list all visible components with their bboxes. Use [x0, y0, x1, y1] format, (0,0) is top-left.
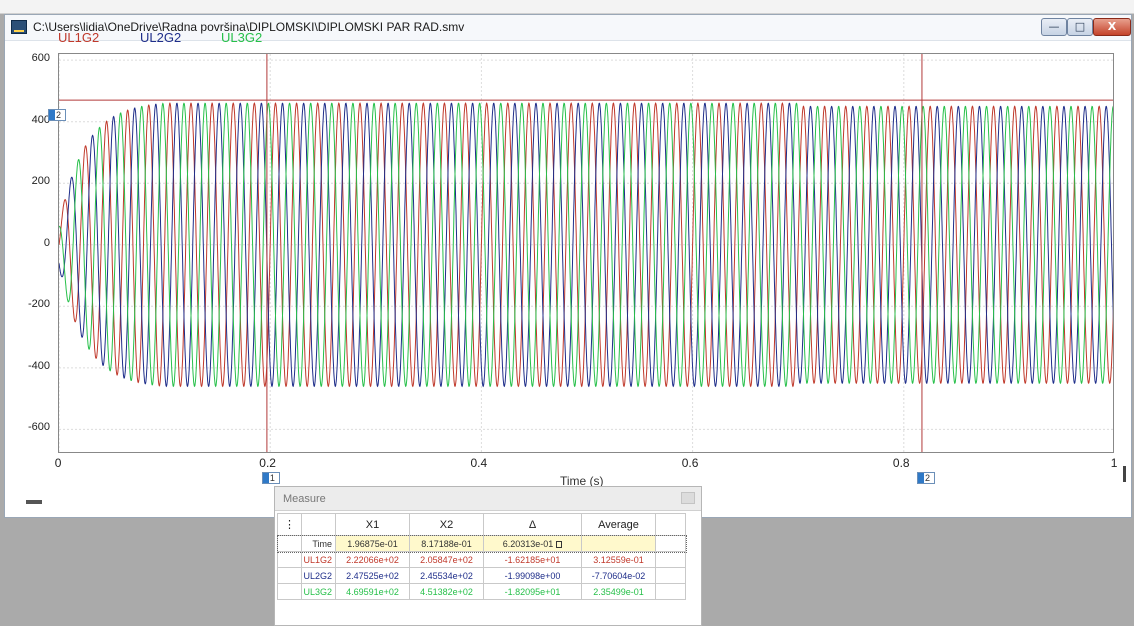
- cell-x1: 2.22066e+02: [335, 551, 410, 568]
- measure-header-row: ⋮ X1 X2 Δ Average: [277, 513, 686, 536]
- x-tick-label: 0: [54, 456, 62, 470]
- y-tick-label: 200: [31, 175, 50, 188]
- cell-average: [581, 535, 656, 552]
- row-name: UL2G2: [301, 567, 336, 584]
- cell-x2: 2.45534e+02: [409, 567, 484, 584]
- row-name: UL3G2: [301, 583, 336, 600]
- cell-average: -7.70604e-02: [581, 567, 656, 584]
- measure-title-bar[interactable]: Measure: [275, 487, 701, 511]
- cell-delta: -1.99098e+00: [483, 567, 582, 584]
- measure-title: Measure: [283, 493, 326, 505]
- header-delta[interactable]: Δ: [483, 513, 582, 536]
- cell-x1: 4.69591e+02: [335, 583, 410, 600]
- app-icon: [11, 20, 27, 34]
- table-row-ul2g2[interactable]: UL2G2 2.47525e+02 2.45534e+02 -1.99098e+…: [277, 567, 686, 584]
- maximize-button[interactable]: □: [1067, 18, 1093, 36]
- measure-panel: Measure ⋮ X1 X2 Δ Average Time 1.96875e-…: [274, 486, 702, 626]
- x-tick-label: 0.6: [681, 456, 699, 470]
- measure-close-button[interactable]: [681, 492, 695, 504]
- top-strip: [0, 0, 1134, 14]
- close-button[interactable]: X: [1093, 18, 1131, 36]
- measure-header-blank: [301, 513, 336, 536]
- table-row-ul1g2[interactable]: UL1G2 2.22066e+02 2.05847e+02 -1.62185e+…: [277, 551, 686, 568]
- legend-item-ul3g2[interactable]: UL3G2: [221, 30, 262, 45]
- table-row-ul3g2[interactable]: UL3G2 4.69591e+02 4.51382e+02 -1.82095e+…: [277, 583, 686, 600]
- measure-menu-button[interactable]: ⋮: [277, 513, 302, 536]
- vertical-scrollbar[interactable]: [1123, 466, 1126, 482]
- header-extra: [655, 513, 686, 536]
- x-tick-label: 1: [1110, 456, 1118, 470]
- y-tick-label: 600: [31, 52, 50, 65]
- horizontal-scrollbar[interactable]: [26, 500, 42, 504]
- legend-item-ul1g2[interactable]: UL1G2: [58, 30, 99, 45]
- lock-icon[interactable]: [556, 540, 563, 548]
- cell-x2: 2.05847e+02: [409, 551, 484, 568]
- cell-x1: 2.47525e+02: [335, 567, 410, 584]
- legend-item-ul2g2[interactable]: UL2G2: [140, 30, 181, 45]
- minimize-button[interactable]: —: [1041, 18, 1067, 36]
- measure-table: ⋮ X1 X2 Δ Average Time 1.96875e-01 8.171…: [276, 513, 687, 600]
- cursor-2-flag[interactable]: 2: [916, 472, 935, 484]
- table-row-time[interactable]: Time 1.96875e-01 8.17188e-01 6.20313e-01: [276, 534, 687, 553]
- cell-x1: 1.96875e-01: [335, 535, 410, 552]
- cursor-2-label: 2: [924, 473, 930, 483]
- x-tick-label: 0.4: [470, 456, 488, 470]
- cell-delta-value: 6.20313e-01: [502, 538, 554, 549]
- y-tick-label: -200: [27, 298, 50, 311]
- waveform-chart[interactable]: [59, 54, 1114, 453]
- cell-x2: 4.51382e+02: [409, 583, 484, 600]
- cell-delta: -1.62185e+01: [483, 551, 582, 568]
- cursor-1-flag[interactable]: 1: [261, 472, 280, 484]
- row-name: UL1G2: [301, 551, 336, 568]
- header-x2[interactable]: X2: [409, 513, 484, 536]
- cursor-1-label: 1: [269, 473, 275, 483]
- cell-delta: 6.20313e-01: [483, 535, 582, 552]
- cell-delta: -1.82095e+01: [483, 583, 582, 600]
- plot-area[interactable]: [58, 53, 1114, 453]
- header-average[interactable]: Average: [581, 513, 656, 536]
- cell-average: 3.12559e-01: [581, 551, 656, 568]
- y-marker-label: 2: [56, 110, 62, 120]
- y-tick-label: 400: [31, 113, 50, 126]
- y-marker-flag[interactable]: 2: [48, 109, 66, 121]
- x-tick-label: 0.8: [892, 456, 910, 470]
- cell-average: 2.35499e-01: [581, 583, 656, 600]
- y-tick-label: 0: [43, 236, 50, 249]
- cell-x2: 8.17188e-01: [409, 535, 484, 552]
- x-tick-label: 0.2: [259, 456, 276, 470]
- header-x1[interactable]: X1: [335, 513, 410, 536]
- y-tick-label: -400: [27, 359, 50, 372]
- row-name: Time: [301, 535, 336, 552]
- y-tick-label: -600: [27, 421, 50, 434]
